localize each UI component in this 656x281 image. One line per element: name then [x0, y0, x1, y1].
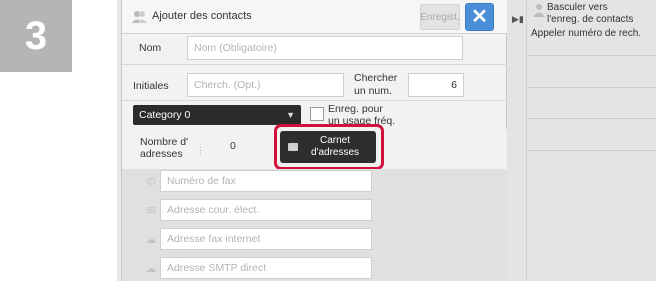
frequent-use-checkbox[interactable] [310, 107, 324, 121]
play-arrow-icon[interactable]: ▶▮ [512, 14, 524, 25]
search-number-label-line2: un num. [354, 85, 392, 97]
search-number-label: Chercher un num. [354, 72, 397, 98]
side-panel-row-divider [527, 87, 656, 88]
smtp-icon: ☁ [145, 263, 157, 275]
category-dropdown[interactable]: Category 0 ▼ [133, 105, 301, 125]
address-count-label-line1: Nombre d' [140, 136, 189, 148]
row-divider [122, 100, 508, 101]
initials-placeholder: Cherch. (Opt.) [194, 79, 261, 91]
close-icon: ✕ [471, 6, 488, 28]
switch-to-contacts-link[interactable]: Basculer vers l'enreg. de contacts [547, 2, 633, 26]
internet-fax-placeholder: Adresse fax internet [167, 233, 261, 245]
name-placeholder: Nom (Obligatoire) [194, 42, 277, 54]
save-button[interactable]: Enregist. [420, 4, 460, 30]
category-value: Category 0 [139, 109, 191, 121]
device-screen: Ajouter des contacts Enregist. ✕ Nom Nom… [117, 0, 656, 281]
smtp-direct-placeholder: Adresse SMTP direct [167, 262, 267, 274]
frequent-use-label-line1: Enreg. pour [328, 103, 383, 115]
address-count-value: 0 [230, 140, 236, 152]
internet-fax-input[interactable]: Adresse fax internet [160, 228, 372, 250]
internet-fax-icon: ☁ [145, 234, 157, 246]
search-number-input[interactable]: 6 [408, 73, 464, 97]
search-number-value: 6 [451, 79, 457, 91]
initials-input[interactable]: Cherch. (Opt.) [187, 73, 344, 97]
smtp-direct-input[interactable]: Adresse SMTP direct [160, 257, 372, 279]
contacts-icon [132, 10, 148, 29]
call-search-number-link[interactable]: Appeler numéro de rech. [531, 28, 641, 39]
side-panel-divider [526, 0, 527, 281]
email-address-placeholder: Adresse cour. élect. [167, 204, 260, 216]
dialog-titlebar: Ajouter des contacts Enregist. ✕ [122, 0, 508, 34]
add-contacts-dialog: Ajouter des contacts Enregist. ✕ Nom Nom… [121, 0, 508, 281]
search-number-label-line1: Chercher [354, 72, 398, 84]
person-icon [533, 3, 545, 17]
address-count-label: Nombre d' adresses [140, 136, 188, 160]
side-panel-row-divider [527, 55, 656, 56]
fax-number-input[interactable]: Numéro de fax [160, 170, 372, 192]
fax-number-placeholder: Numéro de fax [167, 175, 236, 187]
name-input[interactable]: Nom (Obligatoire) [187, 36, 463, 60]
switch-to-contacts-line1: Basculer vers [547, 2, 608, 13]
initials-label: Initiales [133, 80, 169, 92]
step-number-badge: 3 [0, 0, 72, 72]
name-label: Nom [139, 42, 162, 54]
action-side-panel: ▶▮ Basculer vers l'enreg. de contacts Ap… [507, 0, 656, 281]
side-panel-row-divider [527, 150, 656, 151]
mail-icon: ✉ [146, 205, 156, 217]
close-button[interactable]: ✕ [465, 3, 494, 31]
email-address-input[interactable]: Adresse cour. élect. [160, 199, 372, 221]
chevron-down-icon: ▼ [286, 110, 295, 120]
address-count-label-line2: adresses [140, 148, 183, 160]
highlight-callout [274, 124, 384, 170]
switch-to-contacts-line2: l'enreg. de contacts [547, 14, 634, 25]
dialog-title: Ajouter des contacts [152, 10, 252, 22]
count-spinner-icon: ⋮ [196, 145, 205, 155]
side-panel-row-divider [527, 118, 656, 119]
row-divider [122, 64, 508, 65]
phone-icon: ✆ [146, 176, 156, 188]
